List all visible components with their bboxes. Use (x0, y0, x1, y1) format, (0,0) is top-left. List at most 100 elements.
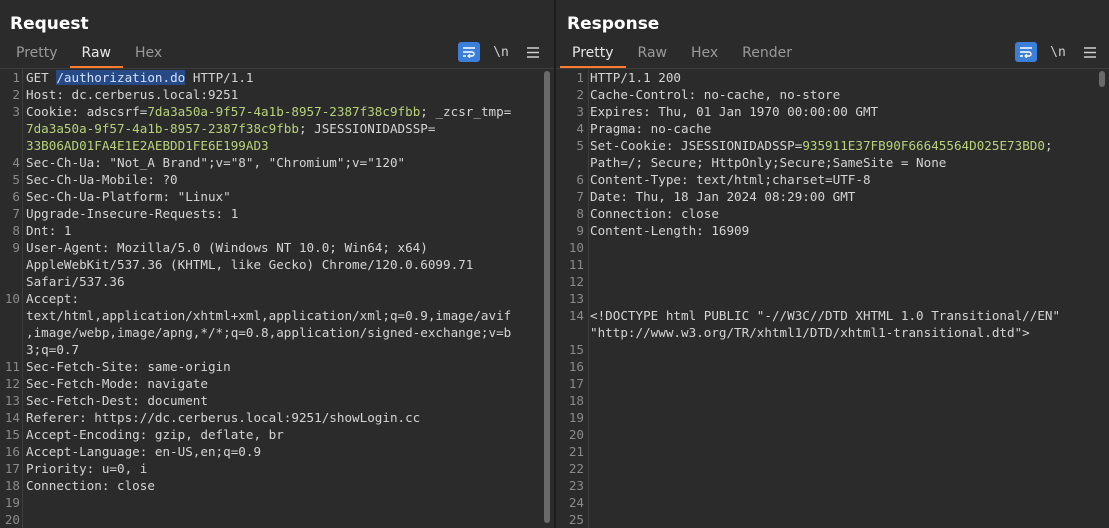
newline-toggle[interactable]: \n (490, 42, 512, 62)
line-number: 15 (568, 342, 584, 357)
text-segment: Content-Length: 16909 (590, 223, 750, 238)
code-line: 16 (560, 358, 1099, 375)
line-text: GET /authorization.do HTTP/1.1 (26, 69, 254, 86)
cookie-value: 7da3a50a-9f57-4a1b-8957-2387f38c9fbb (26, 121, 299, 136)
text-segment: Accept-Encoding: gzip, deflate, br (26, 427, 284, 442)
text-segment: ; JSESSIONIDADSSP= (298, 121, 436, 136)
code-line: Path=/; Secure; HttpOnly;Secure;SameSite… (560, 154, 1099, 171)
code-line: text/html,application/xhtml+xml,applicat… (0, 307, 544, 324)
text-segment: Accept: (26, 291, 80, 306)
wrap-lines-icon[interactable] (458, 42, 480, 62)
line-text: Priority: u=0, i (26, 460, 147, 477)
code-line: 19 (0, 494, 544, 511)
code-line: 1 HTTP/1.1 200 (560, 69, 1099, 86)
code-line: 17 (560, 375, 1099, 392)
code-line: 20 (560, 426, 1099, 443)
request-title: Request (10, 14, 89, 34)
response-tab-render[interactable]: Render (730, 44, 804, 68)
line-number: 8 (576, 206, 584, 221)
code-line: 1 GET /authorization.do HTTP/1.1 (0, 69, 544, 86)
line-number (0, 137, 26, 154)
line-number: 11 (568, 257, 584, 272)
request-pane: Request Pretty Raw Hex \n 1 GET /authorizat… (0, 0, 554, 528)
newline-toggle[interactable]: \n (1047, 42, 1069, 62)
code-line: AppleWebKit/537.36 (KHTML, like Gecko) C… (0, 256, 544, 273)
text-segment: HTTP/1.1 200 (590, 70, 681, 85)
line-text: Sec-Fetch-Mode: navigate (26, 375, 208, 392)
line-number: 16 (568, 359, 584, 374)
response-tab-hex[interactable]: Hex (679, 44, 730, 68)
code-line: 19 (560, 409, 1099, 426)
line-number: 17 (568, 376, 584, 391)
line-text: Content-Length: 16909 (590, 222, 749, 239)
line-number: 12 (568, 274, 584, 289)
code-line: 6 Sec-Ch-Ua-Platform: "Linux" (0, 188, 544, 205)
request-tab-hex[interactable]: Hex (123, 44, 174, 68)
response-scrollbar[interactable] (1097, 69, 1107, 528)
code-line: 4 Sec-Ch-Ua: "Not_A Brand";v="8", "Chromi… (0, 154, 544, 171)
request-tab-raw[interactable]: Raw (69, 44, 123, 68)
line-text: User-Agent: Mozilla/5.0 (Windows NT 10.0… (26, 239, 428, 256)
code-line: ,image/webp,image/apng,*/*;q=0.8,applica… (0, 324, 544, 341)
code-line: 13 Sec-Fetch-Dest: document (0, 392, 544, 409)
text-segment: Cookie: adscsrf= (26, 104, 148, 119)
line-number: 18 (4, 478, 20, 493)
text-segment: Sec-Ch-Ua-Platform: "Linux" (26, 189, 231, 204)
line-number: 19 (568, 410, 584, 425)
text-segment: Date: Thu, 18 Jan 2024 08:29:00 GMT (590, 189, 856, 204)
code-line: 3;q=0.7 (0, 341, 544, 358)
text-segment: GET (26, 70, 57, 85)
wrap-lines-icon[interactable] (1015, 42, 1037, 62)
code-line: 14 Referer: https://dc.cerberus.local:925… (0, 409, 544, 426)
text-segment: 3;q=0.7 (26, 342, 80, 357)
line-text: <!DOCTYPE html PUBLIC "-//W3C//DTD XHTML… (590, 307, 1060, 324)
code-line: 7da3a50a-9f57-4a1b-8957-2387f38c9fbb; JS… (0, 120, 544, 137)
response-tab-raw[interactable]: Raw (626, 44, 679, 68)
text-segment: Pragma: no-cache (590, 121, 712, 136)
line-number: 20 (4, 512, 20, 527)
line-number: 6 (576, 172, 584, 187)
line-text: 3;q=0.7 (26, 341, 79, 358)
code-line: 13 (560, 290, 1099, 307)
text-segment: Priority: u=0, i (26, 461, 148, 476)
line-number (0, 120, 26, 137)
request-scroll-thumb[interactable] (544, 71, 550, 523)
menu-icon[interactable] (522, 42, 544, 62)
line-text: "http://www.w3.org/TR/xhtml1/DTD/xhtml1-… (590, 324, 1030, 341)
text-segment: Dnt: 1 (26, 223, 72, 238)
line-text: Date: Thu, 18 Jan 2024 08:29:00 GMT (590, 188, 855, 205)
code-line: 9 Content-Length: 16909 (560, 222, 1099, 239)
line-number: 25 (568, 512, 584, 527)
code-line: 24 (560, 494, 1099, 511)
text-segment: Accept-Language: en-US,en;q=0.9 (26, 444, 262, 459)
line-number (560, 154, 590, 171)
line-number: 15 (4, 427, 20, 442)
line-text: Set-Cookie: JSESSIONIDADSSP=935911E37FB9… (590, 137, 1053, 154)
text-segment: <!DOCTYPE html PUBLIC "-//W3C//DTD XHTML… (590, 308, 1061, 323)
response-editor[interactable]: 1 HTTP/1.1 200 2 Cache-Control: no-cache, n… (560, 69, 1099, 528)
text-segment: User-Agent: Mozilla/5.0 (Windows NT 10.0… (26, 240, 428, 255)
line-text: Host: dc.cerberus.local:9251 (26, 86, 238, 103)
text-segment: Content-Type: text/html;charset=UTF-8 (590, 172, 871, 187)
code-line: 10 Accept: (0, 290, 544, 307)
request-tab-pretty[interactable]: Pretty (4, 44, 70, 68)
request-scrollbar[interactable] (542, 69, 552, 528)
line-text: Sec-Ch-Ua-Mobile: ?0 (26, 171, 178, 188)
text-segment: ; (1044, 138, 1053, 153)
code-line: 21 (560, 443, 1099, 460)
code-line: 12 (560, 273, 1099, 290)
request-editor[interactable]: 1 GET /authorization.do HTTP/1.1 2 Host: dc… (0, 69, 544, 528)
line-number: 8 (12, 223, 20, 238)
text-segment: Safari/537.36 (26, 274, 125, 289)
menu-icon[interactable] (1079, 42, 1101, 62)
text-segment: ,image/webp,image/apng,*/*;q=0.8,applica… (26, 325, 512, 340)
line-number: 4 (12, 155, 20, 170)
code-line: 3 Expires: Thu, 01 Jan 1970 00:00:00 GMT (560, 103, 1099, 120)
code-line: 11 (560, 256, 1099, 273)
response-tab-pretty[interactable]: Pretty (560, 44, 626, 68)
text-segment: text/html,application/xhtml+xml,applicat… (26, 308, 512, 323)
code-line: 25 (560, 511, 1099, 528)
response-scroll-thumb[interactable] (1099, 71, 1105, 87)
response-pane: Response Pretty Raw Hex Render \n 1 HTTP/1.1… (556, 0, 1109, 528)
code-line: 20 (0, 511, 544, 528)
